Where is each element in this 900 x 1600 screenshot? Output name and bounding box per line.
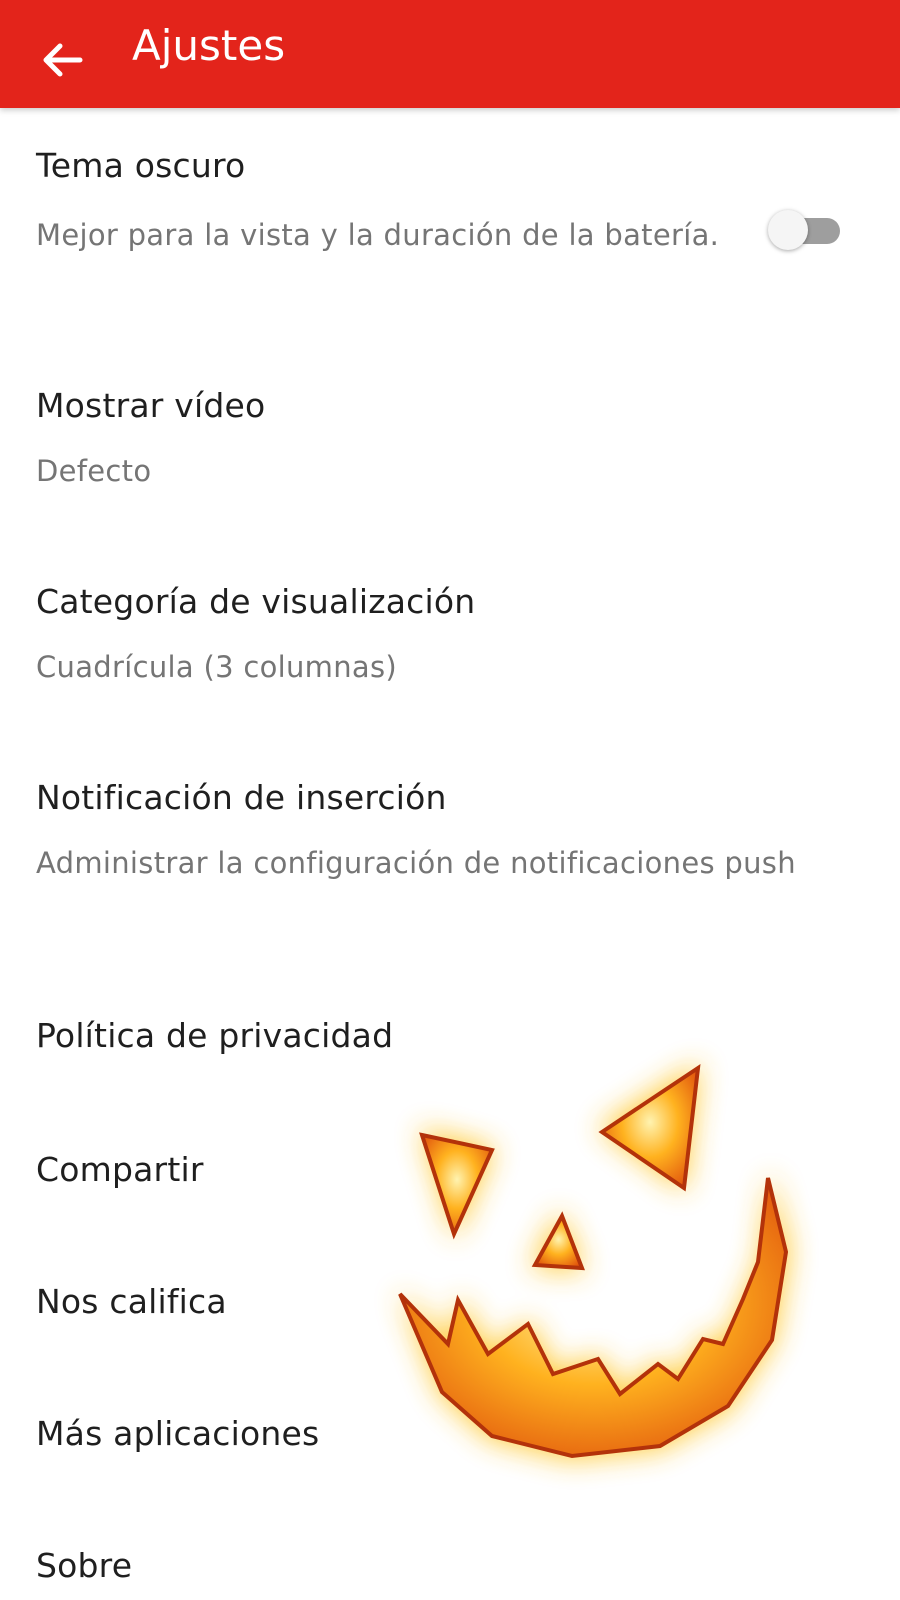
setting-more-apps[interactable]: Más aplicaciones [0,1386,900,1506]
setting-summary: Cuadrícula (3 columnas) [36,650,397,684]
back-button[interactable] [26,14,98,86]
setting-summary: Defecto [36,454,152,488]
setting-title: Notificación de inserción [36,778,447,817]
setting-push-notifications[interactable]: Notificación de inserción Administrar la… [0,750,900,960]
page-title: Ajustes [132,21,286,70]
setting-title: Más aplicaciones [36,1414,320,1453]
setting-about[interactable]: Sobre [0,1518,900,1600]
setting-title: Sobre [36,1546,133,1585]
setting-dark-theme[interactable]: Tema oscuro Mejor para la vista y la dur… [0,108,900,338]
switch-thumb [768,210,808,250]
settings-list: Tema oscuro Mejor para la vista y la dur… [0,108,900,1600]
setting-title: Tema oscuro [36,146,246,185]
app-bar: Ajustes [0,0,900,108]
setting-title: Compartir [36,1150,204,1189]
setting-summary: Mejor para la vista y la duración de la … [36,218,720,252]
setting-title: Mostrar vídeo [36,386,266,425]
dark-theme-switch[interactable] [768,210,844,250]
setting-title: Política de privacidad [36,1016,394,1055]
setting-summary: Administrar la configuración de notifica… [36,846,796,880]
setting-share[interactable]: Compartir [0,1122,900,1242]
setting-title: Categoría de visualización [36,582,476,621]
setting-view-category[interactable]: Categoría de visualización Cuadrícula (3… [0,554,900,724]
setting-show-video[interactable]: Mostrar vídeo Defecto [0,358,900,528]
setting-title: Nos califica [36,1282,227,1321]
setting-rate-us[interactable]: Nos califica [0,1254,900,1374]
setting-privacy-policy[interactable]: Política de privacidad [0,988,900,1108]
arrow-left-icon [43,43,83,77]
